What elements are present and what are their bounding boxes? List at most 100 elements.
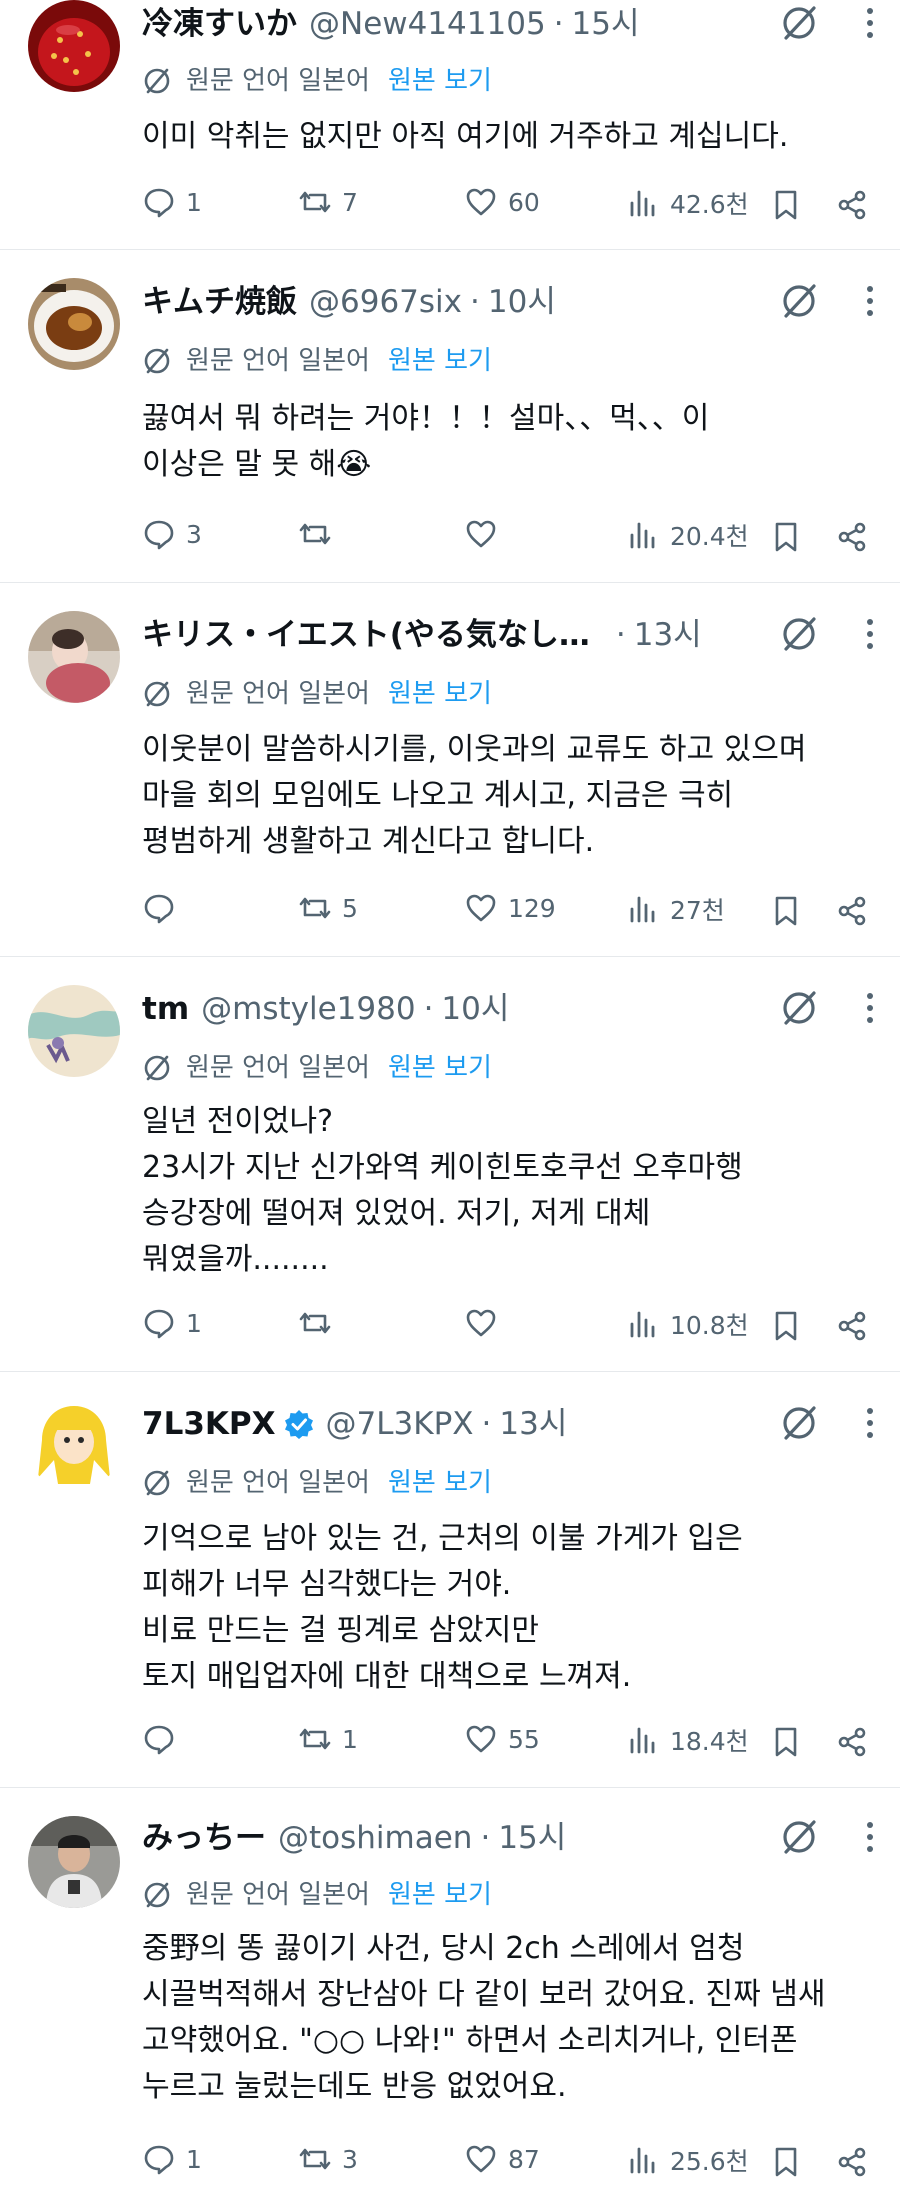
like-button[interactable]: 129	[464, 891, 556, 925]
more-options-icon[interactable]	[864, 2, 876, 44]
reply-button[interactable]: 3	[142, 517, 202, 551]
reply-button[interactable]: 1	[142, 185, 202, 219]
tweet-text-line: 끓여서 뭐 하려는 거야！！！설마、、먹、、이	[142, 401, 710, 436]
views-button[interactable]: 10.8천	[626, 1306, 749, 1342]
illustration-avatar-icon	[28, 985, 120, 1077]
views-count: 18.4천	[670, 1727, 749, 1756]
reply-button[interactable]: 1	[142, 1306, 202, 1340]
tweet[interactable]: キムチ焼飯 @6967six · 10시 원문 언어 일본어 원본 보기 끓여서…	[0, 250, 900, 583]
bookmark-icon[interactable]	[770, 189, 802, 221]
display-name[interactable]: みっちー	[142, 1818, 266, 1858]
retweet-button[interactable]: 3	[298, 2142, 358, 2176]
share-icon[interactable]	[836, 521, 868, 553]
like-button[interactable]: 87	[464, 2142, 540, 2176]
show-original-link[interactable]: 원본 보기	[388, 1878, 492, 1912]
bookmark-icon[interactable]	[770, 1726, 802, 1758]
grok-icon[interactable]	[778, 2, 820, 44]
retweet-button[interactable]: 5	[298, 891, 358, 925]
handle[interactable]: @6967six	[309, 282, 462, 322]
avatar[interactable]	[28, 278, 120, 370]
views-icon	[630, 1311, 655, 1338]
views-button[interactable]: 18.4천	[626, 1722, 749, 1758]
handle[interactable]: @New4141105	[309, 4, 546, 44]
display-name[interactable]: キムチ焼飯	[142, 282, 297, 322]
retweet-button[interactable]: 1	[298, 1722, 358, 1756]
like-button[interactable]: 55	[464, 1722, 540, 1756]
reply-icon	[144, 188, 174, 218]
like-button[interactable]	[464, 1306, 498, 1340]
separator: ·	[480, 1820, 491, 1856]
timestamp[interactable]: 15시	[572, 4, 640, 44]
display-name[interactable]: キリス・イエスト(やる気なし…	[142, 615, 590, 655]
grok-icon[interactable]	[778, 280, 820, 322]
more-options-icon[interactable]	[864, 613, 876, 655]
grok-icon[interactable]	[778, 1816, 820, 1858]
timestamp[interactable]: 13시	[499, 1404, 567, 1444]
show-original-link[interactable]: 원본 보기	[388, 677, 492, 711]
views-button[interactable]: 42.6천	[626, 185, 749, 221]
show-original-link[interactable]: 원본 보기	[388, 64, 492, 98]
bookmark-icon[interactable]	[770, 2146, 802, 2178]
bookmark-icon[interactable]	[770, 895, 802, 927]
views-button[interactable]: 20.4천	[626, 517, 749, 553]
like-button[interactable]: 60	[464, 185, 540, 219]
views-button[interactable]: 27천	[626, 891, 725, 927]
timestamp[interactable]: 10시	[441, 989, 509, 1029]
more-options-icon[interactable]	[864, 987, 876, 1029]
share-icon[interactable]	[836, 1310, 868, 1342]
tweet[interactable]: tm @mstyle1980 · 10시 원문 언어 일본어 원본 보기 일년 …	[0, 957, 900, 1372]
share-icon[interactable]	[836, 1726, 868, 1758]
retweet-button[interactable]	[298, 517, 332, 551]
grok-icon[interactable]	[778, 613, 820, 655]
tweet-text-line: 비료 만드는 걸 핑계로 삼았지만	[142, 1613, 539, 1648]
reply-button[interactable]: 1	[142, 2142, 202, 2176]
avatar[interactable]	[28, 1400, 120, 1492]
show-original-link[interactable]: 원본 보기	[388, 1466, 492, 1500]
handle[interactable]: @toshimaen	[278, 1818, 472, 1858]
more-options-icon[interactable]	[864, 1816, 876, 1858]
tweet[interactable]: 7L3KPX @7L3KPX · 13시 원문 언어 일본어 원본 보기 기억으…	[0, 1372, 900, 1788]
views-count: 10.8천	[670, 1311, 749, 1340]
reply-button[interactable]	[142, 1722, 176, 1756]
translation-bar: 원문 언어 일본어 원본 보기	[142, 64, 492, 98]
grok-icon[interactable]	[778, 987, 820, 1029]
translation-bar: 원문 언어 일본어 원본 보기	[142, 1466, 492, 1500]
retweet-icon	[299, 191, 331, 213]
reply-count: 3	[186, 519, 202, 549]
tweet[interactable]: 冷凍すいか @New4141105 · 15시 원문 언어 일본어 원본 보기 …	[0, 0, 900, 250]
grok-icon[interactable]	[778, 1402, 820, 1444]
reply-button[interactable]	[142, 891, 176, 925]
share-icon[interactable]	[836, 2146, 868, 2178]
avatar[interactable]	[28, 985, 120, 1077]
share-icon[interactable]	[836, 895, 868, 927]
tweet-header: みっちー @toshimaen · 15시	[142, 1818, 566, 1858]
heart-icon	[466, 894, 496, 922]
tweet[interactable]: みっちー @toshimaen · 15시 원문 언어 일본어 원본 보기 중野…	[0, 1788, 900, 2209]
retweet-button[interactable]: 7	[298, 185, 358, 219]
handle[interactable]: @mstyle1980	[201, 989, 415, 1029]
display-name[interactable]: tm	[142, 989, 189, 1029]
handle[interactable]: @7L3KPX	[326, 1404, 474, 1444]
avatar[interactable]	[28, 611, 120, 703]
separator: ·	[481, 1406, 492, 1442]
timestamp[interactable]: 13시	[634, 615, 702, 655]
views-button[interactable]: 25.6천	[626, 2142, 749, 2178]
retweet-button[interactable]	[298, 1306, 332, 1340]
avatar[interactable]	[28, 0, 120, 92]
show-original-link[interactable]: 원본 보기	[388, 1051, 492, 1085]
more-options-icon[interactable]	[864, 1402, 876, 1444]
bookmark-icon[interactable]	[770, 521, 802, 553]
display-name[interactable]: 7L3KPX	[142, 1404, 276, 1444]
timestamp[interactable]: 10시	[488, 282, 556, 322]
like-button[interactable]	[464, 517, 498, 551]
display-name[interactable]: 冷凍すいか	[142, 4, 297, 44]
timestamp[interactable]: 15시	[498, 1818, 566, 1858]
bookmark-icon[interactable]	[770, 1310, 802, 1342]
more-options-icon[interactable]	[864, 280, 876, 322]
heart-icon	[466, 1725, 496, 1753]
share-icon[interactable]	[836, 189, 868, 221]
show-original-link[interactable]: 원본 보기	[388, 344, 492, 378]
tweet-text-line: 평범하게 생활하고 계신다고 합니다.	[142, 824, 595, 859]
tweet[interactable]: キリス・イエスト(やる気なし… · 13시 원문 언어 일본어 원본 보기 이웃…	[0, 583, 900, 957]
avatar[interactable]	[28, 1816, 120, 1908]
